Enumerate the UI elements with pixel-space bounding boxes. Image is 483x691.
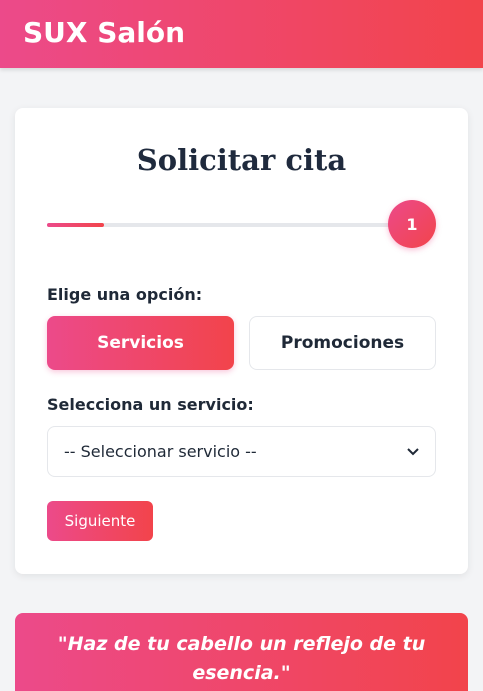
step-badge: 1 [388, 200, 436, 248]
promotions-option-button[interactable]: Promociones [249, 316, 436, 370]
progress-bar [47, 223, 412, 227]
appointment-card: Solicitar cita 1 Elige una opción: Servi… [15, 108, 468, 574]
page-title: Solicitar cita [136, 143, 347, 177]
option-label: Elige una opción: [47, 285, 203, 304]
quote-text: "Haz de tu cabello un reflejo de tu esen… [57, 633, 426, 684]
quote-banner: "Haz de tu cabello un reflejo de tu esen… [15, 613, 468, 691]
next-button[interactable]: Siguiente [47, 501, 153, 541]
service-label: Selecciona un servicio: [47, 395, 254, 414]
services-option-button[interactable]: Servicios [47, 316, 234, 370]
service-select-value: -- Seleccionar servicio -- [64, 442, 257, 461]
service-select[interactable]: -- Seleccionar servicio -- [47, 426, 436, 477]
progress-bar-fill [47, 223, 104, 227]
top-bar: SUX Salón [0, 0, 483, 68]
chevron-down-icon [407, 446, 419, 458]
brand-title[interactable]: SUX Salón [23, 16, 185, 49]
